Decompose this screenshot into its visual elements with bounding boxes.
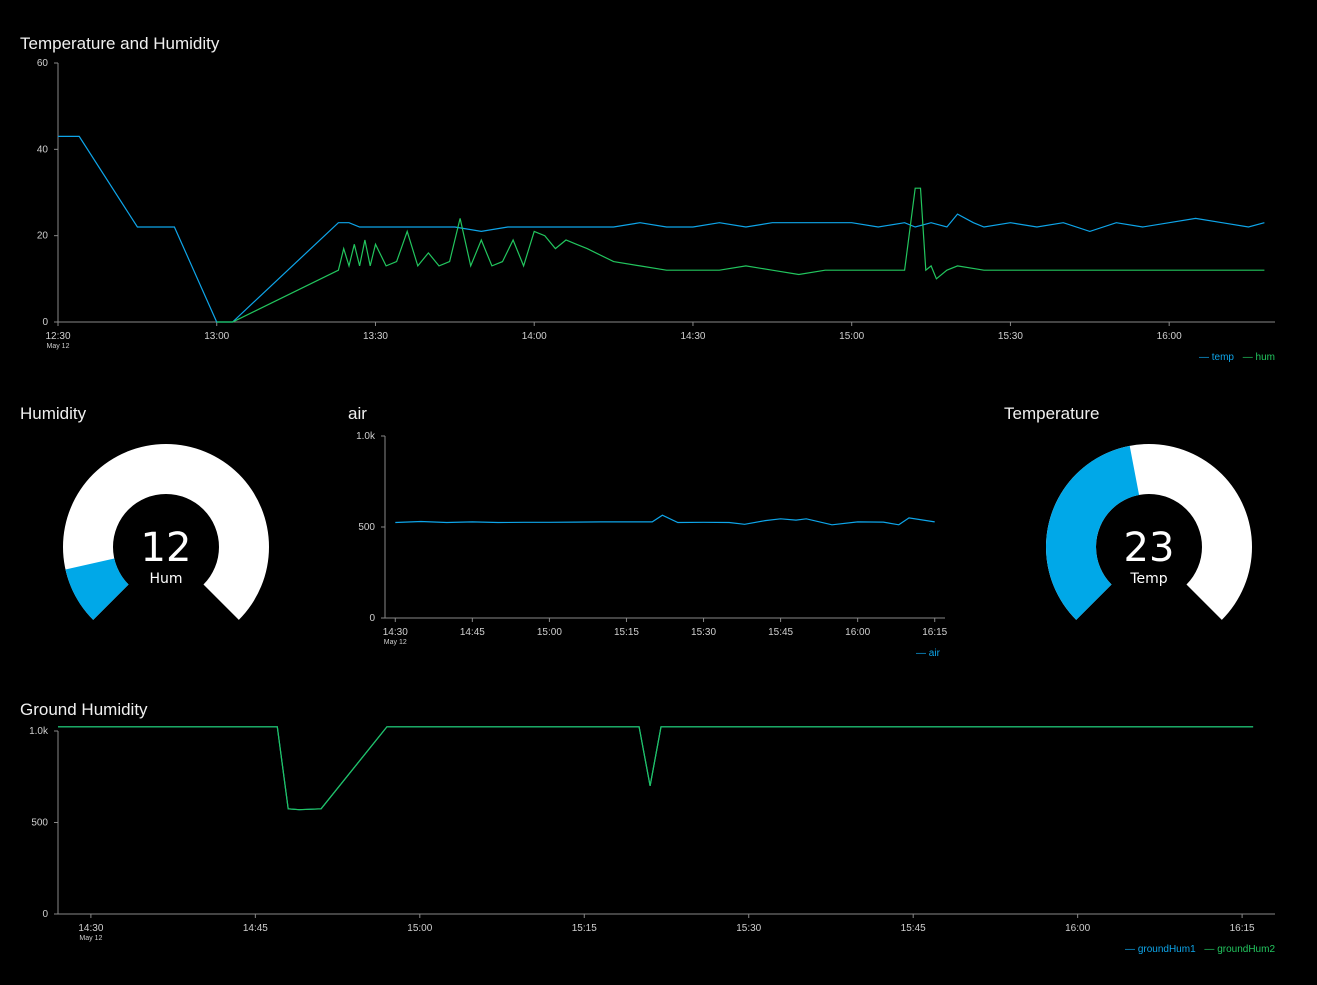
temp-hum-chart: 020406012:30May 1213:00 13:30 14:00 14:30 15… [29, 58, 1275, 942]
temp-hum-x-tick-label: 15:30 [998, 331, 1023, 342]
temperature-gauge-value: 23 [1124, 525, 1175, 571]
humidity-title: Humidity [20, 404, 87, 423]
air-y-tick-label: 0 [369, 613, 375, 624]
ground-y-tick-label: 0 [42, 909, 48, 920]
air-x-tick-label: 14:30 [383, 627, 408, 638]
temp-hum-x-tick-label: 14:00 [522, 331, 547, 342]
legend-air[interactable]: — air [916, 648, 940, 659]
ground-y-tick-label: 1.0k [29, 726, 49, 737]
temp-hum-series-temp [58, 135, 1265, 323]
humidity-gauge-fill [65, 558, 129, 620]
air-x-tick-label: 15:45 [768, 627, 793, 638]
temperature-title: Temperature [1004, 404, 1100, 423]
temp-hum-y-tick-label: 40 [37, 144, 49, 155]
ground-y-tick-label: 500 [31, 818, 48, 829]
temp-hum-x-tick-label: 16:00 [1157, 331, 1182, 342]
ground-x-tick-label: 15:30 [736, 923, 761, 934]
air-title: air [348, 404, 367, 423]
temp-hum-x-tick-label: 13:30 [363, 331, 388, 342]
temp-hum-x-tick-label: 13:00 [204, 331, 229, 342]
temp-hum-y-tick-label: 20 [37, 231, 49, 242]
ground-series-groundHum2 [58, 726, 1254, 811]
temperature-gauge-label: Temp [1129, 571, 1167, 587]
legend-hum[interactable]: — hum [1243, 352, 1275, 363]
air-x-tick-date: May 12 [384, 639, 407, 646]
air-y-tick-label: 500 [358, 522, 375, 533]
legend-temp[interactable]: — temp [1199, 352, 1234, 363]
humidity-gauge-value: 12 [141, 525, 192, 571]
ground-title: Ground Humidity [20, 700, 148, 719]
ground-x-tick-label: 16:15 [1230, 923, 1255, 934]
ground-x-tick-date: May 12 [79, 935, 102, 942]
air-y-tick-label: 1.0k [356, 431, 376, 442]
ground-series-groundHum1 [58, 726, 1254, 811]
ground-x-tick-label: 15:15 [572, 923, 597, 934]
temp-hum-y-tick-label: 0 [42, 317, 48, 328]
air-x-tick-label: 16:00 [845, 627, 870, 638]
ground-x-tick-label: 15:45 [901, 923, 926, 934]
temp-hum-x-tick-date: May 12 [47, 343, 70, 350]
ground-x-tick-label: 14:30 [78, 923, 103, 934]
air-x-tick-label: 16:15 [922, 627, 947, 638]
humidity-gauge-label: Hum [149, 571, 182, 587]
temp-hum-x-tick-label: 15:00 [839, 331, 864, 342]
air-x-tick-label: 15:15 [614, 627, 639, 638]
air-x-tick-label: 15:30 [691, 627, 716, 638]
temp-hum-x-tick-label: 14:30 [680, 331, 705, 342]
ground-x-tick-label: 15:00 [407, 923, 432, 934]
air-legend: — air [910, 648, 940, 659]
temp-hum-legend: — temp — hum [1193, 352, 1275, 363]
air-x-tick-label: 14:45 [460, 627, 485, 638]
legend-groundhum2[interactable]: — groundHum2 [1204, 944, 1275, 955]
temp-hum-x-tick-label: 12:30 [45, 331, 70, 342]
temp-hum-series-hum [216, 187, 1265, 323]
ground-x-tick-label: 16:00 [1065, 923, 1090, 934]
ground-x-tick-label: 14:45 [243, 923, 268, 934]
air-series-air [395, 514, 935, 526]
air-x-tick-label: 15:00 [537, 627, 562, 638]
legend-groundhum1[interactable]: — groundHum1 [1125, 944, 1196, 955]
temp-hum-y-tick-label: 60 [37, 58, 49, 69]
ground-legend: — groundHum1 — groundHum2 [1119, 944, 1275, 955]
